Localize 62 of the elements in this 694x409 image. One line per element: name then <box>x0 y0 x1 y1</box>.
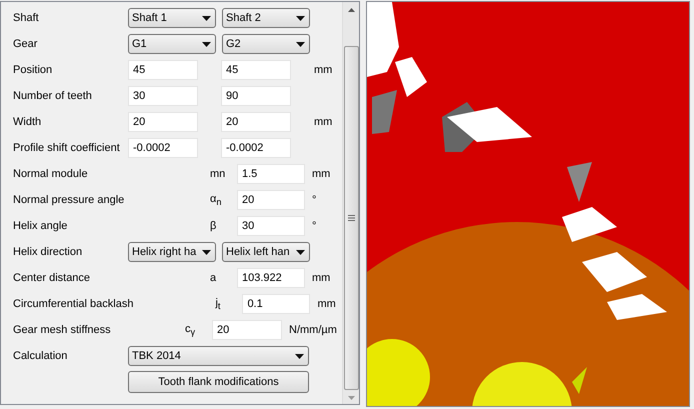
symbol-label: c$_{γ}$ <box>185 322 196 338</box>
input-field[interactable]: 90 <box>221 86 291 106</box>
dropdown[interactable]: TBK 2014 <box>128 346 309 366</box>
caret-icon <box>202 16 211 20</box>
input-field[interactable]: 45 <box>221 60 291 80</box>
field-label: Profile shift coefficient <box>13 142 121 154</box>
dropdown[interactable]: Shaft 1 <box>128 8 216 28</box>
field-label: Normal module <box>13 168 89 180</box>
scroll-down-icon[interactable] <box>348 396 354 400</box>
dropdown[interactable]: G2 <box>222 34 310 54</box>
input-field[interactable]: 20 <box>237 190 305 210</box>
dropdown[interactable]: Helix left han <box>222 242 310 262</box>
unit-label: mm <box>317 298 336 310</box>
input-field[interactable]: 30 <box>128 86 198 106</box>
input-field[interactable]: 20 <box>221 112 291 132</box>
input-field[interactable]: 1.5 <box>237 164 305 184</box>
symbol-label: α$_{n}$ <box>210 192 222 208</box>
symbol-label: a <box>210 272 218 284</box>
caret-icon <box>202 42 211 46</box>
input-field[interactable]: 20 <box>212 320 282 340</box>
dropdown[interactable]: G1 <box>128 34 216 54</box>
caret-icon <box>296 250 305 254</box>
symbol-label: j$_{t}$ <box>215 296 222 312</box>
field-label: Circumferential backlash <box>13 298 134 310</box>
input-field[interactable]: 103.922 <box>237 268 305 288</box>
symbol-label: mn <box>210 168 226 180</box>
field-label: Width <box>13 116 42 128</box>
input-field[interactable]: -0.0002 <box>128 138 198 158</box>
field-label: Helix angle <box>13 220 68 232</box>
unit-label: mm <box>314 116 332 128</box>
input-field[interactable]: -0.0002 <box>221 138 291 158</box>
input-field[interactable]: 0.1 <box>242 294 310 314</box>
unit-label: ° <box>312 194 316 206</box>
input-field[interactable]: 30 <box>237 216 305 236</box>
field-label: Gear mesh stiffness <box>13 324 112 336</box>
symbol-label: β <box>210 220 218 232</box>
unit-label: ° <box>312 220 316 232</box>
field-label: Center distance <box>13 272 92 284</box>
caret-icon <box>296 16 305 20</box>
dropdown[interactable]: Helix right ha <box>128 242 216 262</box>
field-label: Helix direction <box>13 246 84 258</box>
unit-label: mm <box>312 272 330 284</box>
dropdown[interactable]: Shaft 2 <box>222 8 310 28</box>
input-field[interactable]: 45 <box>128 60 198 80</box>
unit-label: N/mm/µm <box>289 324 337 336</box>
grip-icon <box>348 215 354 221</box>
tooth-flank-modifications-button[interactable]: Tooth flank modifications <box>128 371 309 393</box>
field-label: Position <box>13 64 54 76</box>
caret-icon <box>296 42 305 46</box>
caret-icon <box>295 354 304 358</box>
unit-label: mm <box>312 168 330 180</box>
input-field[interactable]: 20 <box>128 112 198 132</box>
field-label: Calculation <box>13 350 68 362</box>
field-label: Normal pressure angle <box>13 194 126 206</box>
field-label: Gear <box>13 38 38 50</box>
field-label: Shaft <box>13 12 40 24</box>
field-label: Number of teeth <box>13 90 93 102</box>
caret-icon <box>202 250 211 254</box>
scrollbar-thumb[interactable] <box>344 46 358 390</box>
unit-label: mm <box>314 64 332 76</box>
scroll-up-icon[interactable] <box>348 8 354 12</box>
scrollbar[interactable] <box>342 2 359 404</box>
